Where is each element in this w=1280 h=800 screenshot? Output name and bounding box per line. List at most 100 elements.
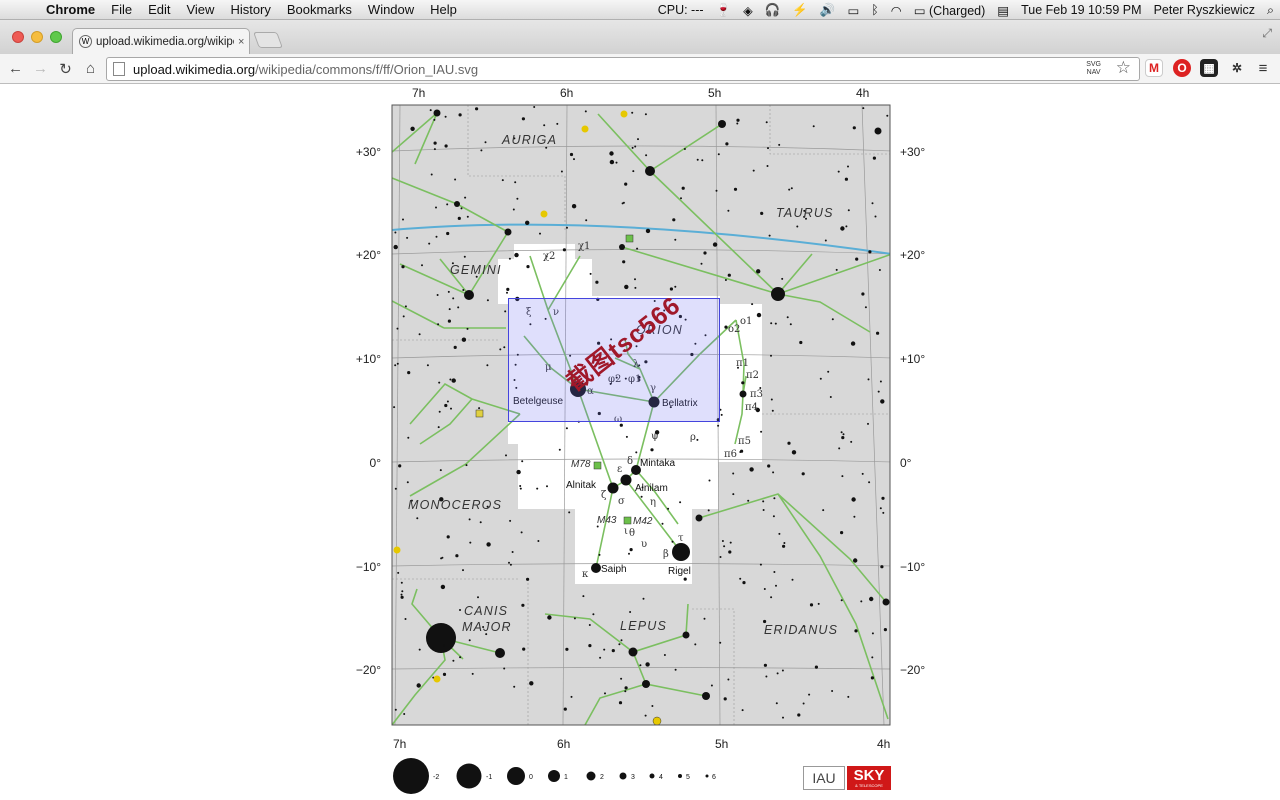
faint-star	[609, 159, 615, 165]
opera-icon[interactable]: O	[1173, 59, 1191, 77]
wifi-icon[interactable]: ◠	[885, 3, 908, 18]
faint-star	[393, 406, 396, 409]
faint-star	[563, 707, 567, 711]
close-window-button[interactable]	[12, 31, 24, 43]
faint-star	[876, 331, 880, 335]
volume-icon[interactable]: 🔊	[814, 3, 842, 18]
faint-star	[449, 378, 452, 381]
faint-star	[480, 149, 483, 152]
faint-star	[760, 211, 764, 215]
faint-star	[829, 396, 832, 398]
fullscreen-icon[interactable]: ⤢	[1262, 26, 1272, 41]
faint-star	[868, 481, 871, 484]
tab-close-icon[interactable]: ×	[238, 36, 244, 48]
faint-star	[741, 381, 745, 385]
sirius-star	[426, 623, 456, 653]
faint-star	[845, 225, 848, 228]
faint-star	[733, 187, 738, 191]
bookmark-star-icon[interactable]: ☆	[1116, 58, 1131, 78]
menu-edit[interactable]: Edit	[140, 2, 178, 17]
menu-window[interactable]: Window	[360, 2, 422, 17]
menu-file[interactable]: File	[103, 2, 140, 17]
label-rigel: Rigel	[668, 566, 691, 577]
faint-star	[819, 377, 822, 380]
faint-star	[883, 628, 888, 632]
galaxy-marker	[433, 675, 441, 683]
greek-label: ζ	[601, 490, 607, 501]
flag-icon[interactable]: ▤	[991, 3, 1015, 18]
faint-star	[872, 156, 877, 160]
faint-star	[418, 648, 421, 651]
puzzle-icon[interactable]: ✲	[1228, 59, 1246, 77]
new-tab-button[interactable]	[253, 32, 283, 48]
menu-view[interactable]: View	[178, 2, 222, 17]
ra-label-top: 6h	[560, 86, 573, 100]
url-path: /wikipedia/commons/f/ff/Orion_IAU.svg	[255, 61, 479, 77]
faint-star	[667, 507, 670, 510]
greek-label: π1	[736, 358, 749, 369]
elnath-star	[645, 166, 655, 176]
faint-star	[847, 209, 850, 212]
faint-star	[505, 454, 507, 457]
galaxy-marker	[581, 125, 589, 133]
back-arrow-icon[interactable]: ←	[3, 60, 28, 77]
address-bar[interactable]: upload.wikimedia.org/wikipedia/commons/f…	[106, 57, 1140, 81]
faint-star	[394, 364, 397, 367]
zoom-window-button[interactable]	[50, 31, 62, 43]
tab-orion[interactable]: W upload.wikimedia.org/wikipe ×	[72, 28, 250, 54]
faint-star	[871, 656, 874, 659]
faint-star	[710, 684, 713, 687]
gmail-icon[interactable]: M	[1145, 59, 1163, 77]
bluetooth-icon[interactable]: ᛒ	[865, 3, 885, 17]
faint-star	[402, 315, 405, 318]
svg-nav-icon[interactable]: SVG NAV	[1086, 61, 1101, 77]
menu-bookmarks[interactable]: Bookmarks	[279, 2, 360, 17]
rigel-star	[672, 543, 690, 561]
faint-star	[861, 472, 864, 475]
minimize-window-button[interactable]	[31, 31, 43, 43]
clock[interactable]: Tue Feb 19 10:59 PM	[1015, 3, 1147, 17]
faint-star	[451, 378, 456, 383]
faint-star	[466, 327, 469, 330]
headphones-icon[interactable]: 🎧	[759, 3, 787, 18]
battery-icon[interactable]: ▭ (Charged)	[908, 3, 992, 18]
cpu-status[interactable]: CPU: ---	[652, 3, 710, 17]
menu-history[interactable]: History	[222, 2, 278, 17]
forward-arrow-icon[interactable]: →	[28, 60, 53, 77]
label-lepus: LEPUS	[620, 619, 667, 633]
faint-star	[619, 247, 622, 250]
faint-star	[512, 208, 515, 211]
user-name[interactable]: Peter Ryszkiewicz	[1148, 3, 1261, 17]
reload-icon[interactable]: ↻	[53, 60, 78, 78]
faint-star	[471, 672, 474, 675]
faint-star	[433, 141, 437, 145]
legend-label: 5	[686, 774, 690, 781]
faint-star	[624, 690, 627, 693]
faint-star	[435, 206, 437, 209]
faint-star	[529, 681, 534, 686]
faint-star	[651, 705, 654, 707]
wine-icon[interactable]: 🍷	[710, 3, 738, 18]
faint-star	[791, 450, 797, 455]
menu-icon[interactable]: ≡	[1254, 59, 1272, 77]
menu-help[interactable]: Help	[422, 2, 465, 17]
dropbox-icon[interactable]: ◈	[737, 3, 759, 18]
faint-star	[439, 469, 442, 472]
display-icon[interactable]: ▭	[841, 3, 865, 18]
faint-star	[402, 218, 404, 221]
greek-label: ε	[617, 464, 622, 475]
menu-app-chrome[interactable]: Chrome	[38, 2, 103, 17]
home-icon[interactable]: ⌂	[78, 60, 103, 77]
legend-label: 1	[564, 774, 568, 781]
faint-star	[631, 146, 634, 149]
power-icon[interactable]: ⚡	[786, 3, 814, 18]
faint-star	[565, 647, 569, 651]
greek-label: η	[650, 497, 656, 508]
faint-star	[762, 500, 765, 503]
grid-icon[interactable]: ▦	[1200, 59, 1218, 77]
faint-star	[717, 153, 720, 156]
faint-star	[404, 618, 407, 620]
faint-star	[514, 181, 517, 184]
faint-star	[503, 346, 506, 349]
spotlight-icon[interactable]: ⌕	[1261, 3, 1280, 18]
